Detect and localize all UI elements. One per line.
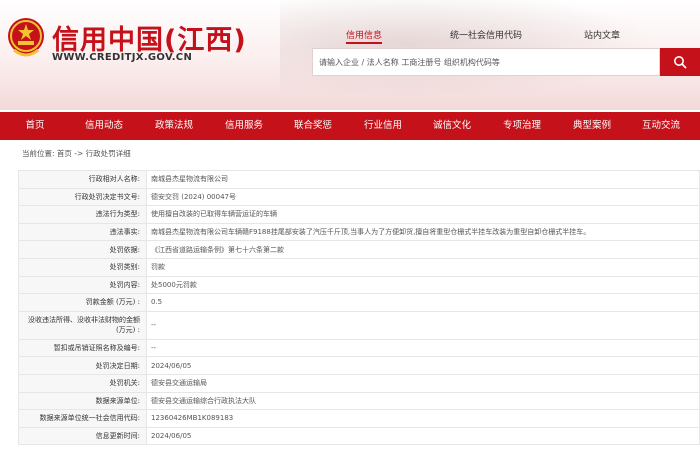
nav-item-special[interactable]: 专项治理 [503, 112, 541, 140]
breadcrumb: 当前位置: 首页 -> 行政处罚详细 [22, 149, 131, 158]
active-link-underline [346, 42, 382, 44]
search-input[interactable] [313, 49, 659, 75]
detail-row: 罚款金额 (万元) :0.5 [18, 293, 700, 312]
detail-row: 行政处罚决定书文号: 德安交罚 (2024) 00047号 [18, 187, 700, 207]
nav-item-industry[interactable]: 行业信用 [364, 112, 402, 140]
search-icon [674, 56, 687, 69]
search-box [312, 48, 660, 76]
detail-value: 罚款 [146, 257, 700, 277]
detail-label: 违法行为类型: [18, 205, 147, 224]
detail-value: 德安县交通运输局 [146, 373, 700, 393]
detail-value: 0.5 [146, 293, 700, 312]
detail-value: 《江西省道路运输条例》第七十六条第二款 [146, 240, 700, 259]
detail-label: 行政相对人名称: [18, 170, 147, 189]
nav-item-culture[interactable]: 诚信文化 [433, 112, 471, 140]
detail-row: 信息更新时间: 2024/06/05 [18, 426, 700, 446]
nav-item-interaction[interactable]: 互动交流 [642, 112, 680, 140]
detail-value: 12360426MB1K089183 [146, 409, 700, 428]
nav-item-reward-punish[interactable]: 联合奖惩 [294, 112, 332, 140]
search-button[interactable] [660, 48, 700, 76]
detail-value: 使用擅自改装的已取得车辆营运证的车辆 [146, 205, 700, 224]
detail-row: 数据来源单位: 德安县交通运输综合行政执法大队 [18, 391, 700, 411]
detail-row: 数据来源单位统一社会信用代码: 12360426MB1K089183 [18, 409, 700, 428]
nav-item-home[interactable]: 首页 [25, 112, 44, 140]
nav-item-policy[interactable]: 政策法规 [155, 112, 193, 140]
top-links: 信用信息 统一社会信用代码 站内文章 [0, 28, 700, 42]
detail-label: 处罚依据: [18, 240, 147, 259]
nav-item-news[interactable]: 信用动态 [85, 112, 123, 140]
detail-value: -- [146, 310, 700, 340]
detail-value: 南城县杰星物流有限公司车辆赣F9188挂尾部安装了汽压千斤顶,当事人为了方便卸货… [146, 222, 700, 242]
detail-row: 违法行为类型: 使用擅自改装的已取得车辆营运证的车辆 [18, 205, 700, 224]
detail-value: -- [146, 338, 700, 358]
detail-label: 处罚决定日期: [18, 356, 147, 375]
detail-value: 2024/06/05 [146, 426, 700, 446]
detail-row: 违法事实: 南城县杰星物流有限公司车辆赣F9188挂尾部安装了汽压千斤顶,当事人为… [18, 222, 700, 242]
nav-item-cases[interactable]: 典型案例 [573, 112, 611, 140]
site-header: 信用中国(江西) WWW.CREDITJX.GOV.CN 信用信息 统一社会信用… [0, 0, 700, 110]
detail-label: 数据来源单位: [18, 391, 147, 411]
detail-label: 处罚类别: [18, 257, 147, 277]
detail-row: 处罚机关: 德安县交通运输局 [18, 373, 700, 393]
detail-label: 数据来源单位统一社会信用代码: [18, 409, 147, 428]
detail-label: 没收违法所得、没收非法财物的金额 (万元) : [18, 310, 147, 340]
main-nav: 首页 信用动态 政策法规 信用服务 联合奖惩 行业信用 诚信文化 专项治理 典型… [0, 112, 700, 140]
penalty-detail-table: 行政相对人名称: 南城县杰星物流有限公司 行政处罚决定书文号: 德安交罚 (2024… [18, 170, 700, 446]
toplink-credit-code[interactable]: 统一社会信用代码 [450, 28, 522, 41]
detail-value: 德安交罚 (2024) 00047号 [146, 187, 700, 207]
detail-label: 处罚机关: [18, 373, 147, 393]
detail-row: 处罚内容: 处5000元罚款 [18, 275, 700, 295]
detail-value: 南城县杰星物流有限公司 [146, 170, 700, 189]
detail-label: 暂扣或吊销证照名称及编号: [18, 338, 147, 358]
detail-row: 暂扣或吊销证照名称及编号: -- [18, 338, 700, 358]
detail-value: 处5000元罚款 [146, 275, 700, 295]
detail-label: 违法事实: [18, 222, 147, 242]
detail-row: 没收违法所得、没收非法财物的金额 (万元) : -- [18, 310, 700, 340]
site-url: WWW.CREDITJX.GOV.CN [52, 52, 193, 63]
detail-value: 德安县交通运输综合行政执法大队 [146, 391, 700, 411]
toplink-credit-info[interactable]: 信用信息 [346, 28, 382, 41]
detail-label: 处罚内容: [18, 275, 147, 295]
detail-value: 2024/06/05 [146, 356, 700, 375]
detail-label: 行政处罚决定书文号: [18, 187, 147, 207]
detail-row: 行政相对人名称: 南城县杰星物流有限公司 [18, 170, 700, 189]
detail-row: 处罚决定日期: 2024/06/05 [18, 356, 700, 375]
detail-row: 处罚依据: 《江西省道路运输条例》第七十六条第二款 [18, 240, 700, 259]
detail-label: 信息更新时间: [18, 426, 147, 446]
detail-label: 罚款金额 (万元) : [18, 293, 147, 312]
toplink-site-articles[interactable]: 站内文章 [584, 28, 620, 41]
detail-row: 处罚类别: 罚款 [18, 257, 700, 277]
nav-item-service[interactable]: 信用服务 [225, 112, 263, 140]
